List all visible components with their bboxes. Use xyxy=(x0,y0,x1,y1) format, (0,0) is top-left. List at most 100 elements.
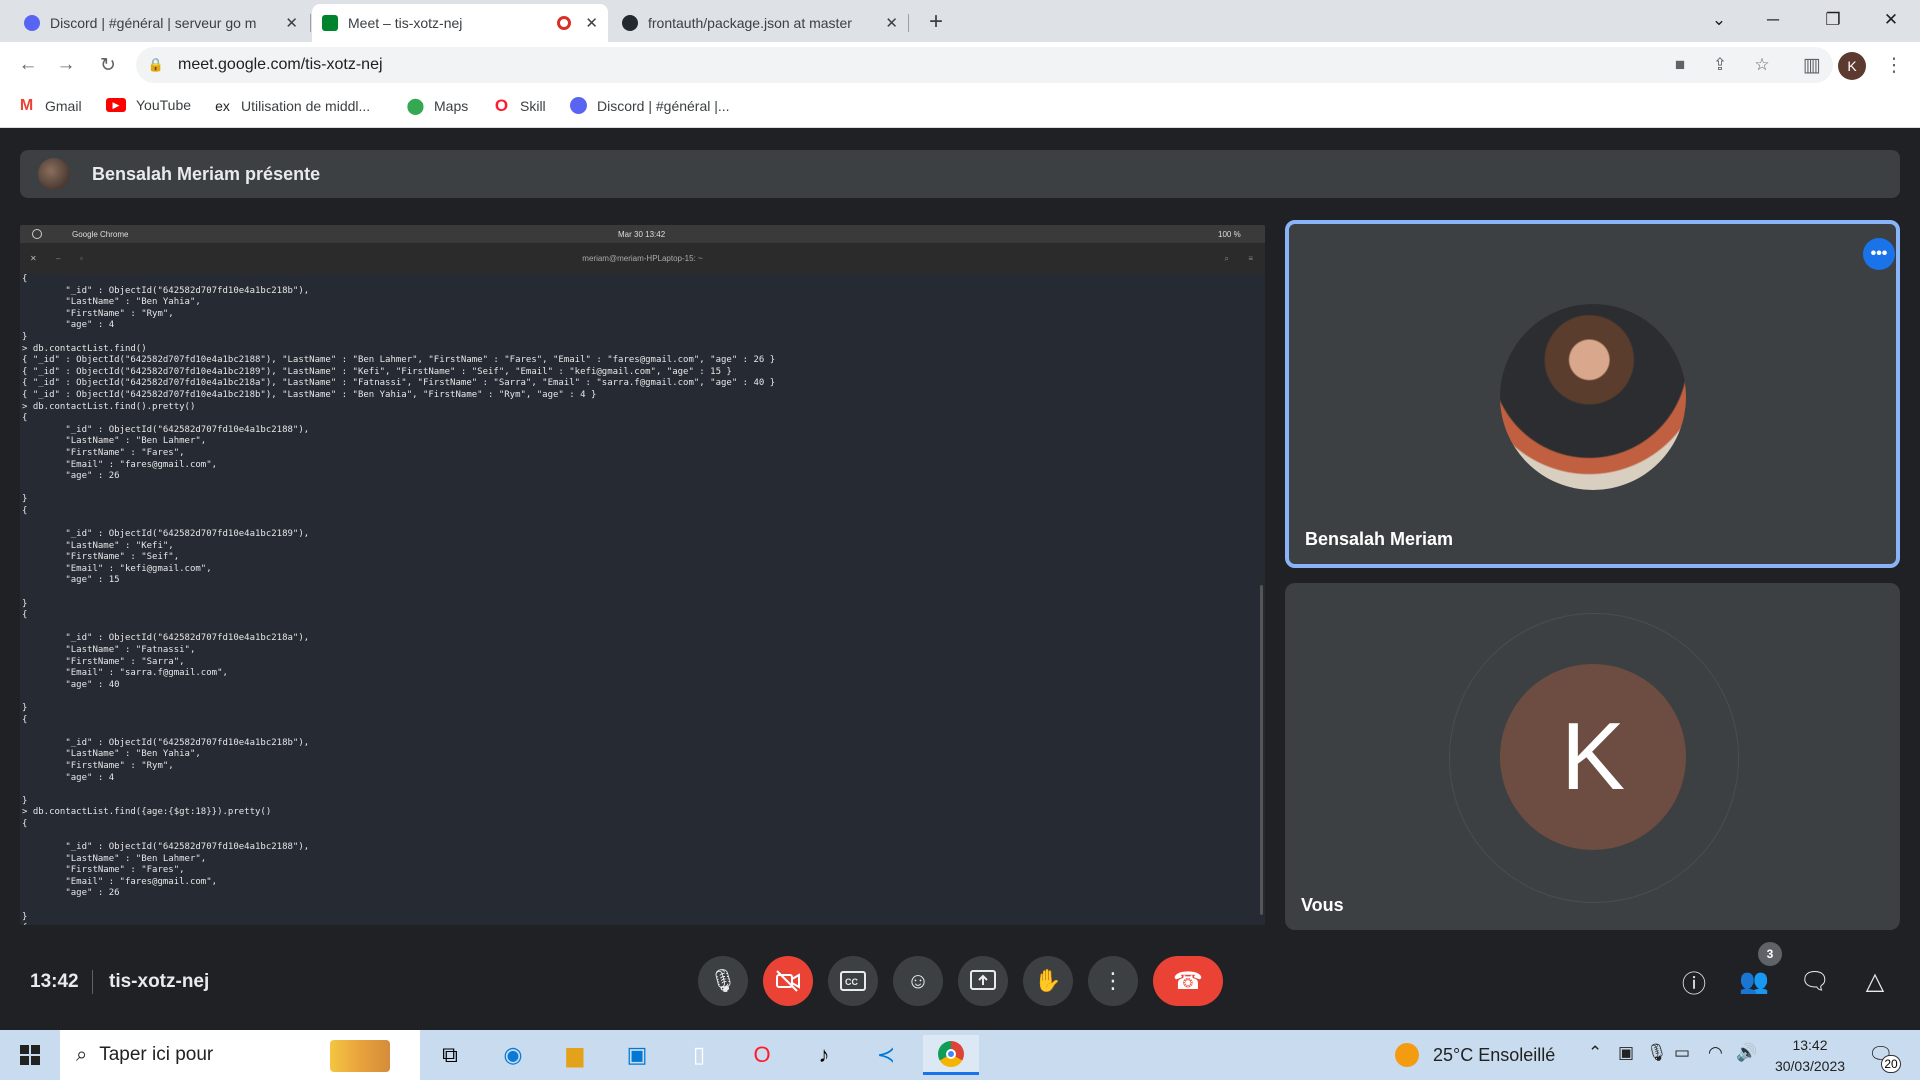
lock-icon[interactable]: 🔒 xyxy=(146,55,166,75)
more-options-button[interactable]: ⋮ xyxy=(1088,956,1138,1006)
back-button[interactable]: ← xyxy=(14,51,42,79)
task-view-button[interactable]: ⧉ xyxy=(425,1035,475,1075)
notification-count-badge: 20 xyxy=(1881,1055,1901,1073)
tray-chevron-icon[interactable]: ⌃ xyxy=(1588,1043,1602,1063)
tab-search-chevron-icon[interactable]: ⌄ xyxy=(1696,0,1742,40)
bookmark-youtube[interactable]: ▶ YouTube xyxy=(106,97,191,113)
more-options-icon[interactable]: ••• xyxy=(1863,238,1895,270)
terminal-line: } xyxy=(22,795,28,806)
share-icon[interactable]: ⇪ xyxy=(1710,55,1730,75)
tab-divider xyxy=(310,14,311,32)
new-tab-button[interactable]: + xyxy=(920,6,952,38)
self-avatar: K xyxy=(1500,664,1686,850)
terminal-title: meriam@meriam-HPLaptop-15: ~ xyxy=(582,254,703,263)
close-window-button[interactable]: ✕ xyxy=(1868,0,1914,40)
participant-tile-self[interactable]: K Vous xyxy=(1285,583,1900,930)
terminal-line: { xyxy=(22,274,28,284)
bookmark-gmail[interactable]: M Gmail xyxy=(18,97,82,114)
url-text[interactable]: meet.google.com/tis-xotz-nej xyxy=(178,56,383,74)
terminal-line: } xyxy=(22,494,28,505)
weather-widget[interactable]: 25°C Ensoleillé xyxy=(1395,1043,1555,1067)
taskbar-search[interactable]: ⌕ Taper ici pour xyxy=(60,1030,420,1080)
side-panel-icon[interactable]: ▥ xyxy=(1798,51,1826,79)
start-button[interactable] xyxy=(0,1030,60,1080)
shared-clock: Mar 30 13:42 xyxy=(618,229,666,239)
search-highlight-image xyxy=(330,1040,390,1072)
microphone-tray-icon[interactable]: 🎙 xyxy=(1646,1043,1668,1063)
chrome-button[interactable] xyxy=(923,1035,979,1075)
tab-discord[interactable]: Discord | #général | serveur go m ✕ xyxy=(14,4,308,42)
terminal-titlebar: ✕ – ▫ meriam@meriam-HPLaptop-15: ~ ⌕ ≡ xyxy=(20,243,1265,274)
participant-tile-presenter[interactable]: ••• Bensalah Meriam xyxy=(1285,220,1900,568)
forward-button[interactable]: → xyxy=(52,51,80,79)
terminal-line: { xyxy=(22,923,1265,925)
bookmark-label: Discord | #général |... xyxy=(597,97,730,114)
activities-icon xyxy=(32,229,42,239)
terminal-line: "LastName" : "Ben Lahmer", xyxy=(22,853,207,864)
camera-button[interactable] xyxy=(763,956,813,1006)
meeting-info-button[interactable]: ⓘ xyxy=(1676,963,1712,999)
tab-github[interactable]: frontauth/package.json at master ✕ xyxy=(612,4,908,42)
windows-taskbar: ⌕ Taper ici pour ⧉ ◉ ▆ ▣ ▯ O ♪ ≺ 25°C En… xyxy=(0,1030,1920,1080)
profile-avatar[interactable]: K xyxy=(1838,52,1866,80)
bookmark-discord[interactable]: Discord | #général |... xyxy=(570,97,730,114)
meet-tray-icon[interactable]: ▣ xyxy=(1618,1043,1634,1063)
bookmark-middleware[interactable]: ex Utilisation de middl... xyxy=(214,97,370,114)
close-icon[interactable]: ✕ xyxy=(885,14,898,32)
volume-icon[interactable]: 🔊 xyxy=(1736,1043,1757,1063)
bookmark-maps[interactable]: ⬤ Maps xyxy=(407,97,469,115)
close-icon: ✕ xyxy=(30,254,37,263)
edge-button[interactable]: ◉ xyxy=(488,1035,538,1075)
terminal-line: "FirstName" : "Rym", xyxy=(22,308,174,319)
captions-icon: CC xyxy=(840,971,866,991)
notepad-button[interactable]: ▯ xyxy=(674,1035,724,1075)
store-button[interactable]: ▣ xyxy=(612,1035,662,1075)
taskbar-date[interactable]: 30/03/2023 xyxy=(1762,1058,1858,1074)
terminal-line: "age" : 15 xyxy=(22,575,120,586)
terminal-line: "age" : 4 xyxy=(22,320,115,331)
terminal-line: "_id" : ObjectId("642582d707fd10e4a1bc21… xyxy=(22,842,310,853)
present-button[interactable] xyxy=(958,956,1008,1006)
camera-in-use-icon[interactable]: ■ xyxy=(1670,55,1690,75)
activities-button[interactable]: △ xyxy=(1857,963,1893,999)
taskbar-time[interactable]: 13:42 xyxy=(1770,1037,1850,1053)
terminal-line: "age" : 4 xyxy=(22,772,115,783)
close-icon[interactable]: ✕ xyxy=(285,14,298,32)
terminal-line: { xyxy=(22,413,28,424)
opera-button[interactable]: O xyxy=(737,1035,787,1075)
mic-button[interactable]: 🎙 xyxy=(698,956,748,1006)
maximize-button[interactable]: ❐ xyxy=(1810,0,1856,40)
terminal-line: { "_id" : ObjectId("642582d707fd10e4a1bc… xyxy=(22,355,776,366)
terminal-line: { xyxy=(22,610,28,621)
terminal-line: > db.contactList.find() xyxy=(22,343,147,354)
terminal-line: "_id" : ObjectId("642582d707fd10e4a1bc21… xyxy=(22,529,310,540)
battery-icon[interactable]: ▭ xyxy=(1674,1043,1690,1063)
address-bar[interactable]: 🔒 meet.google.com/tis-xotz-nej ■ ⇪ ☆ xyxy=(136,47,1833,83)
raise-hand-button[interactable]: ✋ xyxy=(1023,956,1073,1006)
menu-kebab-icon[interactable]: ⋮ xyxy=(1880,51,1908,79)
presenter-avatar xyxy=(38,158,70,190)
tiktok-button[interactable]: ♪ xyxy=(799,1035,849,1075)
file-explorer-button[interactable]: ▆ xyxy=(550,1035,600,1075)
bookmark-label: Skill xyxy=(520,97,546,114)
presenter-title: Bensalah Meriam présente xyxy=(92,163,321,184)
tab-meet[interactable]: Meet – tis-xotz-nej ✕ xyxy=(312,4,608,42)
reload-button[interactable]: ↻ xyxy=(94,51,122,79)
terminal-line: } xyxy=(22,702,28,713)
bookmark-star-icon[interactable]: ☆ xyxy=(1752,55,1772,75)
people-button[interactable]: 👥 xyxy=(1736,963,1772,999)
vscode-button[interactable]: ≺ xyxy=(861,1035,911,1075)
chat-button[interactable]: 🗨 xyxy=(1797,963,1833,999)
terminal-line: "_id" : ObjectId("642582d707fd10e4a1bc21… xyxy=(22,633,310,644)
close-icon[interactable]: ✕ xyxy=(585,14,598,32)
captions-button[interactable]: CC xyxy=(828,956,878,1006)
minimize-button[interactable]: ─ xyxy=(1750,0,1796,40)
bookmark-skill[interactable]: O Skill xyxy=(493,96,546,115)
wifi-icon[interactable]: ◠ xyxy=(1708,1043,1723,1063)
terminal-line: "Email" : "fares@gmail.com", xyxy=(22,459,218,470)
terminal-line: "LastName" : "Fatnassi", xyxy=(22,645,196,655)
leave-call-button[interactable]: ☎ xyxy=(1153,956,1223,1006)
reactions-button[interactable]: ☺ xyxy=(893,956,943,1006)
